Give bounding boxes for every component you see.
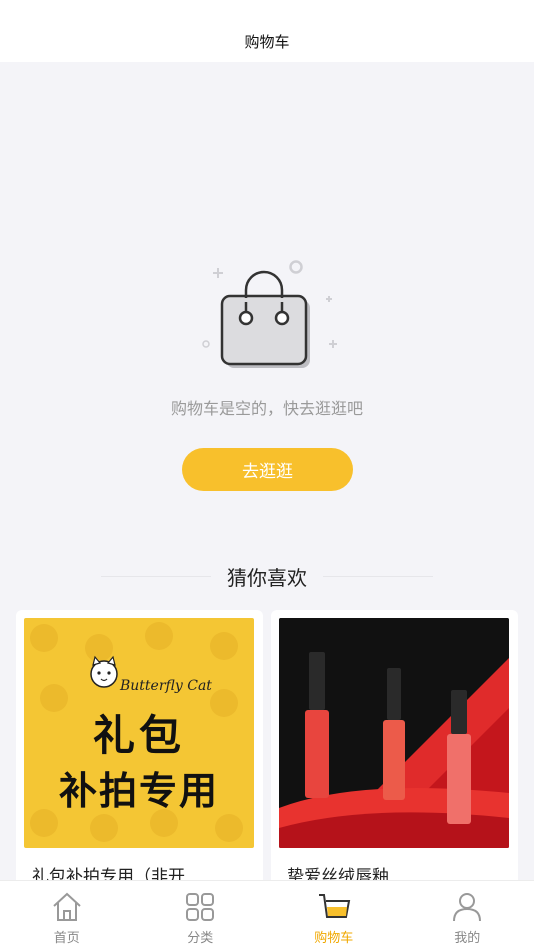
tab-cart[interactable]: 购物车: [267, 881, 401, 948]
cat-logo-icon: [90, 655, 118, 688]
divider-left: [101, 575, 211, 577]
brand-logo-text: Butterfly Cat: [120, 678, 212, 694]
product-image-lipgloss[interactable]: [279, 618, 509, 848]
tab-category[interactable]: 分类: [134, 881, 268, 948]
tab-home-label: 首页: [53, 931, 80, 946]
recommend-title: 猜你喜欢: [227, 565, 307, 590]
gift-image-line2: 补拍专用: [58, 769, 219, 813]
home-icon: [53, 892, 81, 921]
tab-profile[interactable]: 我的: [401, 881, 534, 948]
recommend-heading: 猜你喜欢: [0, 560, 534, 592]
top-bar: 购物车: [0, 0, 534, 62]
tab-profile-label: 我的: [454, 931, 481, 946]
product-card[interactable]: Butterfly Cat 礼包 补拍专用 礼包补拍专用（非开: [16, 610, 263, 890]
product-image-gift[interactable]: Butterfly Cat 礼包 补拍专用: [24, 618, 254, 848]
gift-image-line1: 礼包: [92, 711, 185, 760]
empty-cart-message: 购物车是空的，快去逛逛吧: [170, 399, 363, 418]
bottom-tab-bar: 首页 分类 购物车 我的: [0, 880, 534, 948]
product-card[interactable]: 挚爱丝绒唇釉: [271, 610, 518, 890]
cart-icon: [318, 894, 350, 918]
divider-right: [323, 575, 433, 577]
tab-category-label: 分类: [187, 931, 214, 946]
tab-home[interactable]: 首页: [0, 881, 134, 948]
user-icon: [453, 893, 482, 922]
tab-cart-label: 购物车: [314, 931, 354, 946]
go-shopping-button[interactable]: 去逛逛: [182, 448, 353, 491]
empty-cart-section: 购物车是空的，快去逛逛吧 去逛逛: [0, 62, 534, 532]
page-title: 购物车: [244, 32, 290, 51]
empty-bag-illustration: [196, 258, 346, 378]
grid-icon: [186, 893, 215, 921]
lipgloss-photo: [279, 618, 509, 848]
